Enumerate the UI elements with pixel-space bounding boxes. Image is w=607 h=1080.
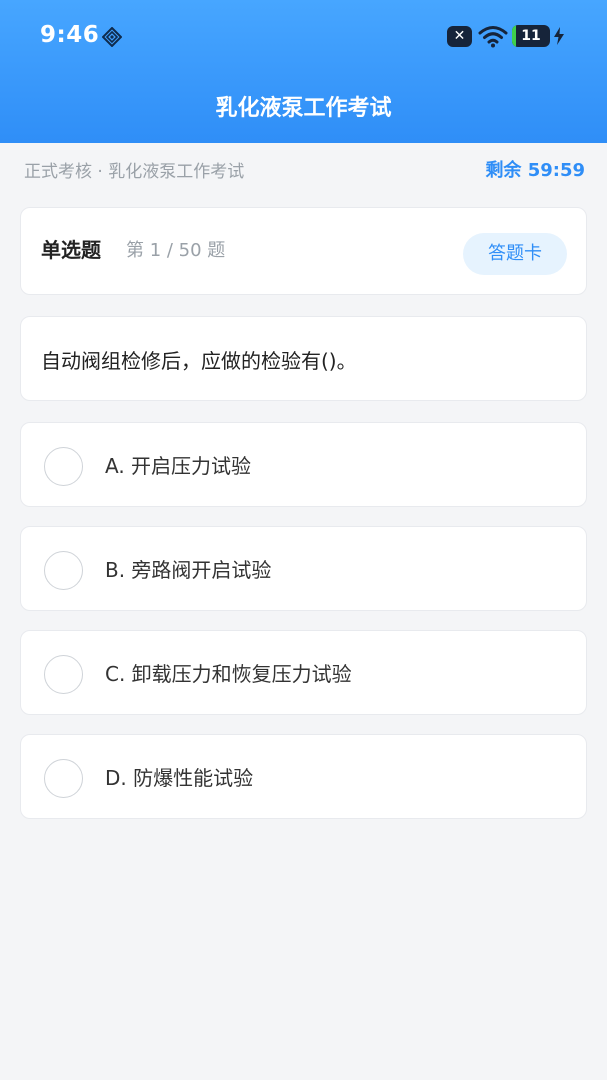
option-label: A. 开启压力试验 bbox=[105, 454, 252, 478]
question-progress: 第 1 / 50 题 bbox=[126, 240, 226, 261]
battery-percent: 11 bbox=[521, 28, 541, 44]
breadcrumb: 正式考核 · 乳化液泵工作考试 bbox=[24, 162, 245, 182]
app-header: 9:46 ✕ 11 乳化液泵工作考试 bbox=[0, 0, 607, 143]
radio-circle-icon[interactable] bbox=[44, 759, 83, 798]
option-b[interactable]: B. 旁路阀开启试验 bbox=[20, 526, 587, 611]
option-c[interactable]: C. 卸载压力和恢复压力试验 bbox=[20, 630, 587, 715]
radio-circle-icon[interactable] bbox=[44, 447, 83, 486]
page-title: 乳化液泵工作考试 bbox=[215, 96, 392, 121]
option-d[interactable]: D. 防爆性能试验 bbox=[20, 734, 587, 819]
question-text: 自动阀组检修后，应做的检验有()。 bbox=[41, 349, 357, 373]
radio-circle-icon[interactable] bbox=[44, 551, 83, 590]
status-time: 9:46 bbox=[40, 22, 100, 48]
answer-card-button[interactable]: 答题卡 bbox=[463, 233, 567, 275]
option-label: D. 防爆性能试验 bbox=[105, 766, 254, 790]
question-header-card: 单选题 第 1 / 50 题 答题卡 bbox=[20, 207, 587, 295]
exam-info-bar: 正式考核 · 乳化液泵工作考试 剩余 59:59 bbox=[0, 143, 607, 193]
option-a[interactable]: A. 开启压力试验 bbox=[20, 422, 587, 507]
option-label: C. 卸载压力和恢复压力试验 bbox=[105, 662, 352, 686]
countdown-timer: 剩余 59:59 bbox=[485, 160, 585, 181]
battery-icon: 11 bbox=[512, 25, 550, 47]
charging-bolt-icon bbox=[554, 27, 564, 45]
close-icon: ✕ bbox=[447, 26, 472, 47]
option-label: B. 旁路阀开启试验 bbox=[105, 558, 272, 582]
question-card: 自动阀组检修后，应做的检验有()。 bbox=[20, 316, 587, 401]
question-type: 单选题 bbox=[41, 238, 101, 262]
wifi-icon bbox=[478, 26, 508, 48]
radio-circle-icon[interactable] bbox=[44, 655, 83, 694]
diamond-icon bbox=[102, 27, 122, 47]
